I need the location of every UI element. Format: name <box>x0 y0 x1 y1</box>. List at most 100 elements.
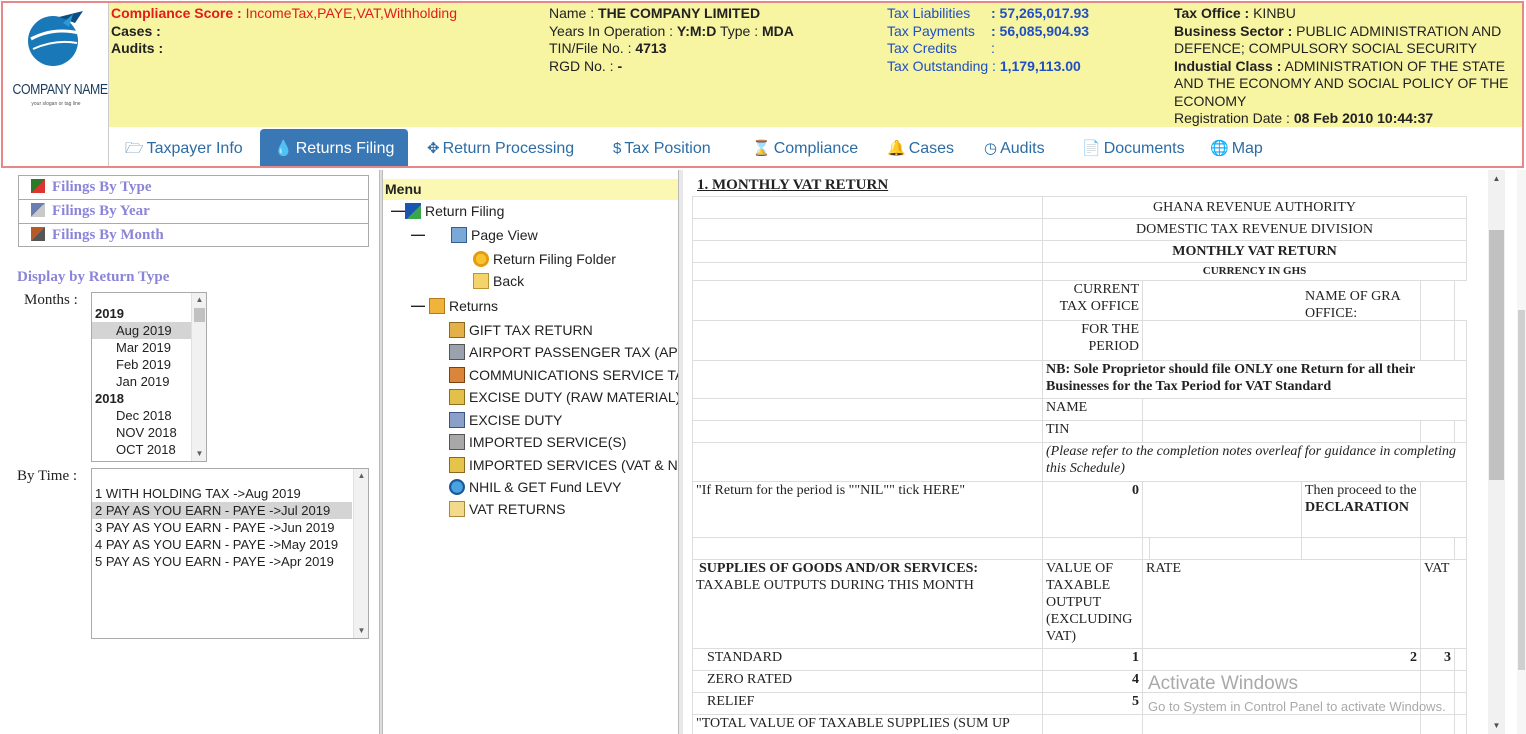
time-option[interactable]: 1 WITH HOLDING TAX ->Aug 2019 <box>92 485 368 502</box>
form-cell <box>692 280 1043 321</box>
tab-taxpayer-info[interactable]: 🗁 Taxpayer Info <box>123 129 245 166</box>
months-scrollbar[interactable]: ▲ ▼ <box>191 293 206 461</box>
tax-summary-column: Tax Liabilities: 57,265,017.93 Tax Payme… <box>887 5 1089 75</box>
tin-value: 4713 <box>635 40 667 56</box>
filings-by-year-link[interactable]: Filings By Year <box>19 200 368 224</box>
scroll-down-icon[interactable]: ▼ <box>192 447 207 461</box>
collapse-icon[interactable]: — <box>411 226 425 242</box>
authority-name: GHANA REVENUE AUTHORITY <box>1042 196 1467 219</box>
by-time-label: By Time : <box>17 468 78 484</box>
book-icon <box>405 203 421 219</box>
form-cell <box>1042 537 1143 560</box>
tree-node-returns[interactable]: Returns <box>429 297 498 315</box>
time-option[interactable]: 2 PAY AS YOU EARN - PAYE ->Jul 2019 <box>92 502 352 519</box>
nil-return-question: "If Return for the period is ""NIL"" tic… <box>692 481 1043 538</box>
tab-audits[interactable]: ◷ Audits <box>982 129 1047 166</box>
form-cell <box>692 196 1043 219</box>
tin-label: TIN/File No. : <box>549 40 632 56</box>
month-option[interactable]: OCT 2018 <box>92 441 206 458</box>
completion-notes: (Please refer to the completion notes ov… <box>1042 442 1467 482</box>
tab-returns-filing[interactable]: 💧 Returns Filing <box>260 129 409 166</box>
month-option[interactable]: Jan 2019 <box>92 373 206 390</box>
month-option[interactable]: NOV 2018 <box>92 424 206 441</box>
form-cell <box>692 218 1043 241</box>
building-icon <box>449 344 465 360</box>
tree-node-return-filing[interactable]: Return Filing <box>405 202 504 220</box>
taxpayer-header: COMPANY NAME your slogan or tag line Com… <box>1 1 1524 168</box>
node-label: COMMUNICATIONS SERVICE TA <box>469 367 678 383</box>
currency-note: CURRENCY IN GHS <box>1042 262 1467 281</box>
scroll-down-icon[interactable]: ▼ <box>1488 717 1505 734</box>
tin-label: TIN <box>1042 420 1143 443</box>
years-value: Y:M:D <box>676 22 717 39</box>
document-scrollbar[interactable]: ▲ ▼ <box>1488 170 1505 734</box>
form-cell <box>1420 420 1455 443</box>
tab-label: Cases <box>908 140 955 157</box>
by-time-listbox[interactable]: 1 WITH HOLDING TAX ->Aug 2019 2 PAY AS Y… <box>91 468 369 639</box>
scroll-up-icon[interactable]: ▲ <box>192 293 207 307</box>
value-cell[interactable]: 4 <box>1042 670 1143 693</box>
tree-item-excise-duty[interactable]: EXCISE DUTY <box>449 411 562 429</box>
tab-documents[interactable]: 📄 Documents <box>1080 129 1187 166</box>
tab-map[interactable]: 🌐 Map <box>1208 129 1265 166</box>
page-scrollbar[interactable] <box>1517 170 1526 734</box>
vat-cell[interactable] <box>1420 670 1455 693</box>
tab-label: Taxpayer Info <box>146 140 243 157</box>
folder-icon <box>449 501 465 517</box>
tree-node-page-view[interactable]: Page View <box>451 226 538 244</box>
scroll-thumb[interactable] <box>1518 310 1525 670</box>
time-scrollbar[interactable]: ▲ ▼ <box>353 469 368 638</box>
form-cell <box>1149 537 1302 560</box>
nil-return-checkbox[interactable]: 0 <box>1042 481 1143 538</box>
tree-node-back[interactable]: Back <box>473 272 524 290</box>
tab-cases[interactable]: 🔔 Cases <box>885 129 956 166</box>
name-field[interactable] <box>1142 398 1467 421</box>
file-icon: 📄 <box>1082 140 1101 157</box>
form-cell <box>1454 714 1467 734</box>
collapse-icon[interactable]: — <box>391 202 405 218</box>
tree-item-imported-services[interactable]: IMPORTED SERVICE(S) <box>449 433 626 451</box>
filings-by-type-link[interactable]: Filings By Type <box>19 176 368 200</box>
scroll-thumb[interactable] <box>194 308 205 322</box>
drawer-icon <box>449 434 465 450</box>
scroll-up-icon[interactable]: ▲ <box>354 469 369 483</box>
tree-item-nhil-get-fund-levy[interactable]: NHIL & GET Fund LEVY <box>449 478 622 496</box>
row-label: ZERO RATED <box>692 670 1043 693</box>
collapse-icon[interactable]: — <box>411 297 425 313</box>
time-option[interactable]: 5 PAY AS YOU EARN - PAYE ->Apr 2019 <box>92 553 368 570</box>
value-cell[interactable]: 5 <box>1042 692 1143 715</box>
tree-item-vat-returns[interactable]: VAT RETURNS <box>449 500 565 518</box>
tab-return-processing[interactable]: ✥ Return Processing <box>425 129 576 166</box>
rate-cell[interactable]: 2 <box>1142 648 1421 671</box>
division-name: DOMESTIC TAX REVENUE DIVISION <box>1042 218 1467 241</box>
tab-tax-position[interactable]: $ Tax Position <box>611 129 713 166</box>
window-icon <box>451 227 467 243</box>
months-listbox[interactable]: 2019 Aug 2019 Mar 2019 Feb 2019 Jan 2019… <box>91 292 207 462</box>
row-label: "TOTAL VALUE OF TAXABLE SUPPLIES (SUM UP <box>692 714 1043 734</box>
tab-compliance[interactable]: ⌛ Compliance <box>750 129 860 166</box>
tree-item-excise-duty-raw-material[interactable]: EXCISE DUTY (RAW MATERIAL) <box>449 388 678 406</box>
scroll-down-icon[interactable]: ▼ <box>354 624 369 638</box>
company-name: THE COMPANY LIMITED <box>598 5 761 21</box>
period-field[interactable] <box>1142 320 1421 361</box>
tree-item-communications-service-tax[interactable]: COMMUNICATIONS SERVICE TA <box>449 366 678 384</box>
month-option[interactable]: Feb 2019 <box>92 356 206 373</box>
compliance-score-label: Compliance Score : <box>111 5 242 21</box>
folder-open-icon: 🗁 <box>125 140 144 157</box>
tree-item-airport-passenger-tax[interactable]: AIRPORT PASSENGER TAX (APT <box>449 343 678 361</box>
proceed-text: Then proceed to the <box>1305 483 1417 498</box>
time-option[interactable]: 4 PAY AS YOU EARN - PAYE ->May 2019 <box>92 536 368 553</box>
scroll-thumb[interactable] <box>1489 230 1504 480</box>
month-option[interactable]: Mar 2019 <box>92 339 206 356</box>
tree-item-gift-tax-return[interactable]: GIFT TAX RETURN <box>449 321 593 339</box>
time-option[interactable]: 3 PAY AS YOU EARN - PAYE ->Jun 2019 <box>92 519 368 536</box>
scroll-up-icon[interactable]: ▲ <box>1488 170 1505 187</box>
month-option[interactable]: Aug 2019 <box>92 322 206 339</box>
tree-node-return-filing-folder[interactable]: Return Filing Folder <box>473 250 616 268</box>
vat-cell[interactable]: 3 <box>1420 648 1455 671</box>
tin-field[interactable] <box>1142 420 1421 443</box>
filings-by-month-link[interactable]: Filings By Month <box>19 224 368 248</box>
tree-item-imported-services-vat-nhil[interactable]: IMPORTED SERVICES (VAT & NH <box>449 456 678 474</box>
value-cell[interactable]: 1 <box>1042 648 1143 671</box>
month-option[interactable]: Dec 2018 <box>92 407 206 424</box>
